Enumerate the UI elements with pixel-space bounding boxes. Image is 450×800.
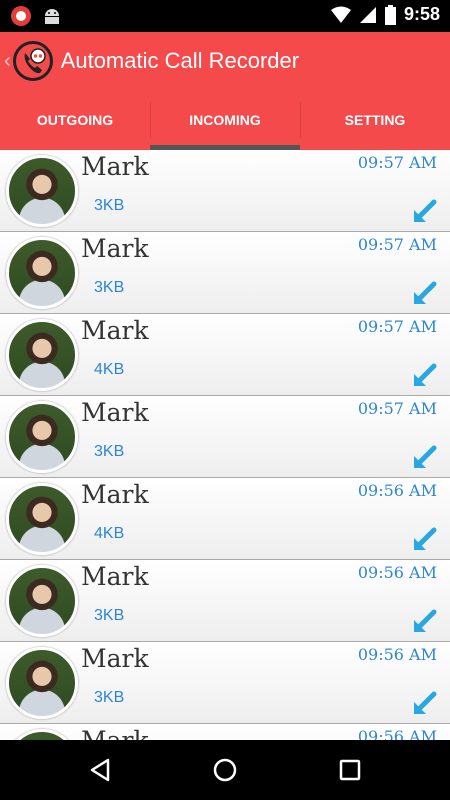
contact-avatar — [6, 565, 78, 637]
call-time: 09:57 AM — [357, 235, 437, 254]
contact-name: Mark — [81, 398, 149, 427]
home-icon[interactable] — [211, 756, 239, 784]
call-time: 09:56 AM — [357, 563, 437, 582]
incoming-call-arrow-icon — [414, 527, 437, 550]
call-time: 09:57 AM — [357, 317, 437, 336]
call-time: 09:57 AM — [357, 153, 437, 172]
incoming-call-arrow-icon — [414, 609, 437, 632]
call-time: 09:56 AM — [357, 727, 437, 740]
call-row[interactable]: Mark 3KB 09:56 AM — [0, 642, 450, 724]
tab-outgoing[interactable]: OUTGOING — [0, 90, 150, 150]
contact-avatar — [6, 155, 78, 227]
recorder-notification-icon — [11, 6, 31, 26]
call-row[interactable]: Mark 3KB 09:57 AM — [0, 232, 450, 314]
call-row[interactable]: Mark 4KB 09:56 AM — [0, 478, 450, 560]
contact-avatar — [6, 237, 78, 309]
app-title: Automatic Call Recorder — [60, 48, 300, 73]
incoming-call-arrow-icon — [414, 691, 437, 714]
contact-name: Mark — [81, 316, 149, 345]
call-row[interactable]: Mark 09:56 AM — [0, 724, 450, 740]
recording-size: 3KB — [94, 607, 125, 624]
call-row[interactable]: Mark 4KB 09:57 AM — [0, 314, 450, 396]
contact-avatar — [6, 483, 78, 555]
back-chevron-icon[interactable]: ‹ — [4, 50, 11, 73]
incoming-call-arrow-icon — [414, 363, 437, 386]
contact-name: Mark — [81, 152, 149, 181]
call-row[interactable]: Mark 3KB 09:57 AM — [0, 150, 450, 232]
recent-apps-icon[interactable] — [336, 756, 364, 784]
call-row[interactable]: Mark 3KB 09:56 AM — [0, 560, 450, 642]
tab-incoming[interactable]: INCOMING — [150, 90, 300, 150]
recording-size: 3KB — [94, 443, 125, 460]
incoming-call-arrow-icon — [414, 199, 437, 222]
contact-avatar — [6, 401, 78, 473]
contact-avatar — [6, 647, 78, 719]
contact-avatar — [6, 729, 78, 740]
tab-bar: OUTGOING INCOMING SETTING — [0, 90, 450, 150]
android-icon — [45, 9, 59, 24]
tab-label: INCOMING — [189, 112, 261, 128]
status-time: 9:58 — [403, 4, 440, 24]
call-row[interactable]: Mark 3KB 09:57 AM — [0, 396, 450, 478]
tab-label: SETTING — [344, 112, 406, 128]
recording-size: 3KB — [94, 689, 125, 706]
incoming-call-arrow-icon — [414, 281, 437, 304]
contact-name: Mark — [81, 562, 149, 591]
call-list[interactable]: Mark 3KB 09:57 AM Mark 3KB 09:57 AM Mark… — [0, 150, 450, 740]
call-time: 09:56 AM — [357, 481, 437, 500]
back-icon[interactable] — [86, 756, 114, 784]
recording-size: 3KB — [94, 197, 125, 214]
battery-icon — [384, 4, 396, 25]
contact-avatar — [6, 319, 78, 391]
tab-label: OUTGOING — [36, 112, 114, 128]
incoming-call-arrow-icon — [414, 445, 437, 468]
contact-name: Mark — [81, 234, 149, 263]
contact-name: Mark — [81, 480, 149, 509]
contact-name: Mark — [81, 726, 149, 740]
tab-setting[interactable]: SETTING — [300, 90, 450, 150]
recording-size: 4KB — [94, 525, 125, 542]
app-logo-icon[interactable] — [12, 41, 53, 81]
status-bar: 9:58 — [0, 0, 450, 32]
call-time: 09:57 AM — [357, 399, 437, 418]
recording-size: 4KB — [94, 361, 125, 378]
signal-icon — [359, 6, 376, 23]
recording-size: 3KB — [94, 279, 125, 296]
contact-name: Mark — [81, 644, 149, 673]
wifi-icon — [330, 6, 351, 23]
app-bar: ‹ Automatic Call Recorder — [0, 32, 450, 90]
navigation-bar — [0, 740, 450, 800]
call-time: 09:56 AM — [357, 645, 437, 664]
